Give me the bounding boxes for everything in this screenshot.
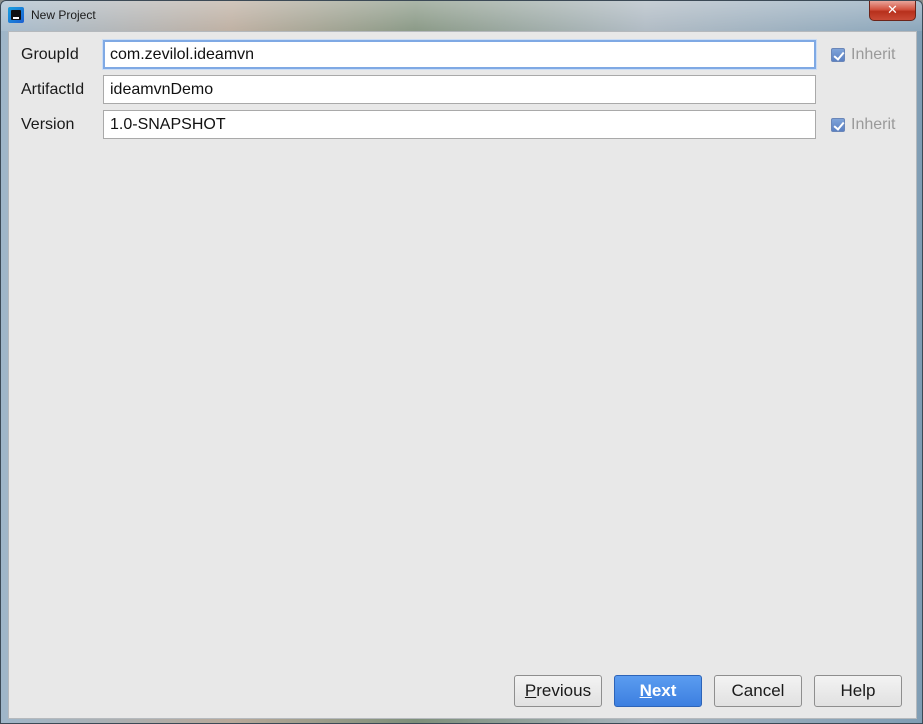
version-row: Version Inherit [9, 110, 916, 140]
groupid-inherit-checkbox[interactable]: Inherit [831, 46, 895, 64]
previous-button[interactable]: Previous [514, 675, 602, 707]
next-mnemonic: N [639, 681, 652, 700]
next-label-rest: ext [651, 681, 677, 700]
groupid-row: GroupId Inherit [9, 40, 916, 70]
version-input[interactable] [103, 110, 816, 139]
inherit-label: Inherit [851, 116, 896, 133]
window-title: New Project [31, 8, 96, 22]
version-inherit-checkbox[interactable]: Inherit [831, 116, 895, 134]
new-project-dialog: New Project ✕ GroupId Inherit ArtifactId… [0, 0, 923, 724]
inherit-label: Inherit [851, 46, 896, 63]
title-bar[interactable]: New Project ✕ [1, 1, 922, 31]
close-button[interactable]: ✕ [869, 1, 916, 21]
groupid-input[interactable] [103, 40, 816, 69]
help-button[interactable]: Help [814, 675, 902, 707]
artifactid-label: ArtifactId [21, 81, 85, 98]
previous-mnemonic: P [524, 681, 537, 700]
previous-label-rest: revious [536, 681, 592, 700]
artifactid-row: ArtifactId [9, 75, 916, 105]
close-icon: ✕ [887, 3, 898, 18]
dialog-content: GroupId Inherit ArtifactId Version Inher… [8, 31, 917, 719]
artifactid-input[interactable] [103, 75, 816, 104]
groupid-label: GroupId [21, 46, 79, 63]
cancel-button[interactable]: Cancel [714, 675, 802, 707]
next-button[interactable]: Next [614, 675, 702, 707]
help-label: Help [840, 681, 876, 700]
intellij-idea-icon [8, 7, 24, 23]
cancel-label: Cancel [731, 681, 785, 700]
checkbox-checked-icon[interactable] [831, 118, 845, 132]
version-label: Version [21, 116, 75, 133]
checkbox-checked-icon[interactable] [831, 48, 845, 62]
